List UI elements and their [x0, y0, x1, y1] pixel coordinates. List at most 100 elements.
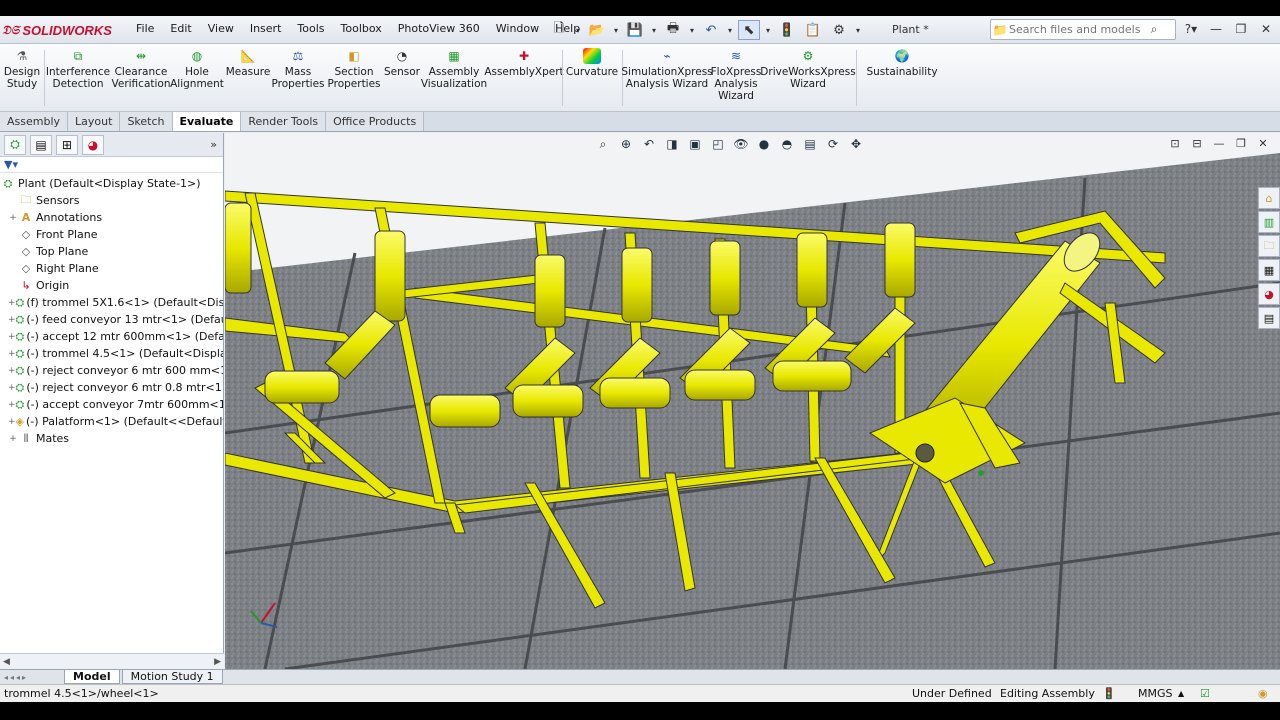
- new-dropdown-icon[interactable]: ▾: [574, 20, 582, 40]
- design-study-button[interactable]: ⚗ Design Study: [4, 48, 40, 90]
- tree-item-component[interactable]: + ◈ (-) Palatform<1> (Default<<Default>: [0, 413, 223, 430]
- minimize-icon[interactable]: —: [1205, 20, 1227, 38]
- search-scope-icon[interactable]: 📁: [991, 23, 1009, 37]
- open-dropdown-icon[interactable]: ▾: [612, 20, 620, 40]
- save-icon[interactable]: 💾: [624, 20, 646, 40]
- section-properties-button[interactable]: ◧ Section Properties: [327, 48, 380, 90]
- sensor-button[interactable]: ◔ Sensor: [384, 48, 420, 78]
- tab-layout[interactable]: Layout: [68, 112, 121, 131]
- tree-item-right-plane[interactable]: ◇ Right Plane: [0, 260, 223, 277]
- tree-item-front-plane[interactable]: ◇ Front Plane: [0, 226, 223, 243]
- zoom-to-fit-icon[interactable]: ⌕: [593, 135, 613, 153]
- apply-scene-icon[interactable]: ◓: [777, 135, 797, 153]
- tree-root[interactable]: ⛭ Plant (Default<Display State-1>): [0, 175, 223, 192]
- tab-assembly[interactable]: Assembly: [0, 112, 69, 131]
- tab-model[interactable]: Model: [64, 670, 120, 684]
- print-dropdown-icon[interactable]: ▾: [688, 20, 696, 40]
- menu-edit[interactable]: Edit: [162, 22, 199, 35]
- sustainability-button[interactable]: 🌍 Sustainability: [866, 48, 938, 78]
- tree-item-component[interactable]: + ⛭ (f) trommel 5X1.6<1> (Default<Displa: [0, 294, 223, 311]
- display-manager-tab-icon[interactable]: ◕: [82, 134, 104, 155]
- tree-filter[interactable]: ▼▾: [0, 157, 223, 173]
- expand-panel-icon[interactable]: »: [210, 138, 217, 151]
- tab-motion-study[interactable]: Motion Study 1: [121, 670, 223, 684]
- print-icon[interactable]: 🖶: [662, 20, 684, 40]
- search-icon[interactable]: ⌕: [1145, 22, 1163, 37]
- expand-icon[interactable]: +: [8, 213, 18, 223]
- solidworks-logo[interactable]: 𝔇𝔖 SOLIDWORKS: [2, 20, 126, 40]
- menu-file[interactable]: File: [128, 22, 162, 35]
- unit-dropdown-icon[interactable]: ▲: [1178, 689, 1184, 698]
- expand-icon[interactable]: +: [8, 383, 16, 393]
- menu-insert[interactable]: Insert: [242, 22, 290, 35]
- configuration-manager-tab-icon[interactable]: ⊞: [56, 134, 78, 155]
- tab-office-products[interactable]: Office Products: [326, 112, 425, 131]
- tree-item-component[interactable]: + ⛭ (-) accept 12 mtr 600mm<1> (Default: [0, 328, 223, 345]
- file-explorer-icon[interactable]: 🗀: [1258, 235, 1280, 257]
- simulationxpress-button[interactable]: ⌁ SimulationXpress Analysis Wizard: [621, 48, 712, 90]
- rebuild-icon[interactable]: 🚦: [776, 20, 798, 40]
- display-style-icon[interactable]: ◰: [708, 135, 728, 153]
- tree-item-sensors[interactable]: 🗀 Sensors: [0, 192, 223, 209]
- tab-render-tools[interactable]: Render Tools: [241, 112, 327, 131]
- undo-icon[interactable]: ↶: [700, 20, 722, 40]
- tree-item-top-plane[interactable]: ◇ Top Plane: [0, 243, 223, 260]
- expand-icon[interactable]: +: [8, 366, 16, 376]
- tree-item-mates[interactable]: + ⫴ Mates: [0, 430, 223, 447]
- curvature-button[interactable]: Curvature: [566, 48, 618, 78]
- hole-alignment-button[interactable]: ◍ Hole Alignment: [170, 48, 224, 90]
- viewport-close-icon[interactable]: ✕: [1254, 135, 1272, 151]
- tree-item-origin[interactable]: ↳ Origin: [0, 277, 223, 294]
- help-status-icon[interactable]: ☑: [1200, 687, 1210, 700]
- instant3d-icon[interactable]: ✥: [846, 135, 866, 153]
- expand-icon[interactable]: +: [8, 417, 16, 427]
- design-library-icon[interactable]: ▥: [1258, 211, 1280, 233]
- help-icon[interactable]: ?▾: [1180, 20, 1202, 38]
- save-dropdown-icon[interactable]: ▾: [650, 20, 658, 40]
- tree-item-component[interactable]: + ⛭ (-) reject conveyor 6 mtr 600 mm<1>: [0, 362, 223, 379]
- tab-scroll-icons[interactable]: ◂◂◂▸: [0, 673, 64, 682]
- tree-item-annotations[interactable]: + A Annotations: [0, 209, 223, 226]
- graphics-area[interactable]: ⌕ ⊕ ↶ ◨ ▣ ◰ 👁 ● ◓ ▤ ⟳ ✥ ⊡ ⊟ — ❐ ✕ ⌂ ▥ 🗀 …: [225, 133, 1280, 669]
- rebuild-status-icon[interactable]: 🚦: [1102, 687, 1116, 700]
- clearance-verification-button[interactable]: ⇹ Clearance Verification: [112, 48, 171, 90]
- file-properties-icon[interactable]: 📋: [802, 20, 824, 40]
- edit-appearance-icon[interactable]: ●: [754, 135, 774, 153]
- view-settings-icon[interactable]: ▤: [800, 135, 820, 153]
- expand-icon[interactable]: +: [8, 298, 16, 308]
- unit-system[interactable]: MMGS: [1138, 687, 1173, 700]
- hide-show-items-icon[interactable]: 👁: [731, 135, 751, 153]
- interference-detection-button[interactable]: ⧉ Interference Detection: [46, 48, 110, 90]
- scroll-right-icon[interactable]: ▶: [214, 657, 221, 667]
- open-folder-icon[interactable]: 📂: [586, 20, 608, 40]
- measure-button[interactable]: 📐 Measure: [226, 48, 271, 78]
- scroll-left-icon[interactable]: ◀: [3, 657, 10, 667]
- solidworks-resources-icon[interactable]: ⌂: [1258, 187, 1280, 209]
- expand-icon[interactable]: +: [8, 400, 16, 410]
- options-icon[interactable]: ⚙: [828, 20, 850, 40]
- custom-properties-icon[interactable]: ▤: [1258, 307, 1280, 329]
- tree-item-component[interactable]: + ⛭ (-) accept conveyor 7mtr 600mm<1>: [0, 396, 223, 413]
- tree-item-component[interactable]: + ⛭ (-) feed conveyor 13 mtr<1> (Default: [0, 311, 223, 328]
- select-pointer-icon[interactable]: ⬉: [738, 20, 760, 40]
- expand-icon[interactable]: +: [8, 332, 16, 342]
- viewport-minimize-icon[interactable]: —: [1210, 135, 1228, 151]
- search-input[interactable]: [1009, 23, 1145, 36]
- viewport-restore-icon[interactable]: ❐: [1232, 135, 1250, 151]
- expand-icon[interactable]: +: [8, 434, 18, 444]
- options-dropdown-icon[interactable]: ▾: [854, 20, 862, 40]
- assemblyxpert-button[interactable]: ✚ AssemblyXpert: [484, 48, 563, 78]
- mass-properties-button[interactable]: ⚖ Mass Properties: [271, 48, 324, 90]
- expand-icon[interactable]: +: [8, 349, 16, 359]
- new-document-icon[interactable]: 🗋: [548, 20, 570, 40]
- notification-icon[interactable]: ◉: [1258, 687, 1268, 700]
- assembly-visualization-button[interactable]: ▦ Assembly Visualization: [421, 48, 487, 90]
- tab-sketch[interactable]: Sketch: [120, 112, 173, 131]
- select-dropdown-icon[interactable]: ▾: [764, 20, 772, 40]
- restore-icon[interactable]: ❐: [1230, 20, 1252, 38]
- view-orientation-icon[interactable]: ▣: [685, 135, 705, 153]
- rotate-view-icon[interactable]: ⟳: [823, 135, 843, 153]
- zoom-area-icon[interactable]: ⊕: [616, 135, 636, 153]
- menu-tools[interactable]: Tools: [289, 22, 332, 35]
- driveworksxpress-button[interactable]: ⚙ DriveWorksXpress Wizard: [760, 48, 855, 90]
